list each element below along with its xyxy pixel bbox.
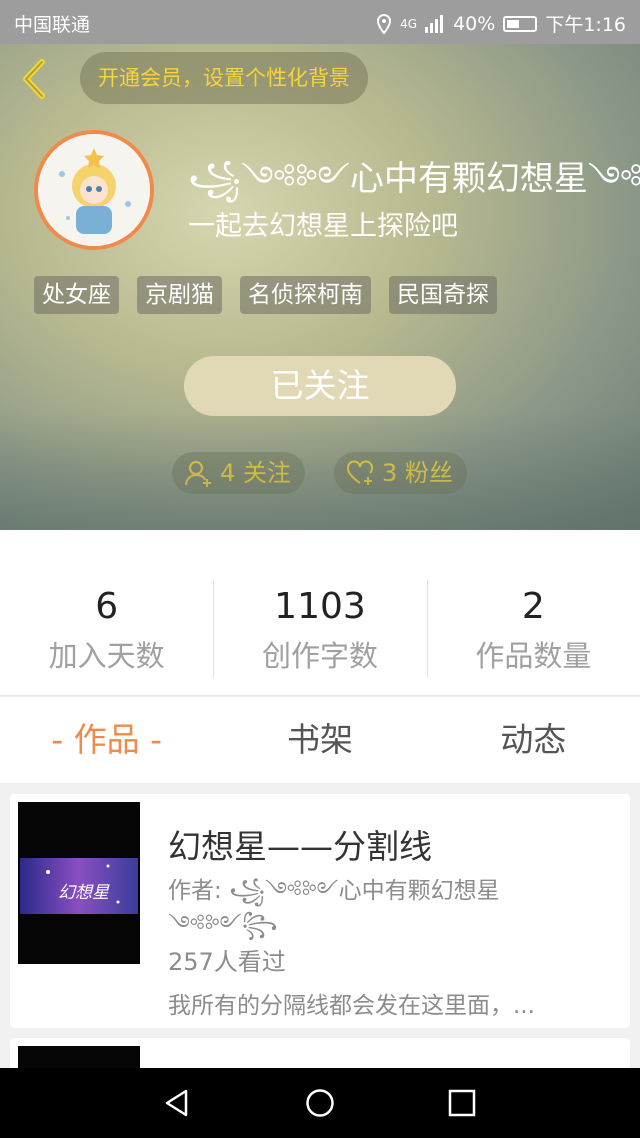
carrier-label: 中国联通: [14, 14, 91, 36]
following-count-button[interactable]: 4 关注: [172, 452, 305, 494]
tab-activity[interactable]: 动态: [427, 697, 640, 783]
heart-plus-icon: [347, 460, 373, 485]
fans-count: 3 粉丝: [382, 459, 453, 487]
tab-bar: - 作品 - 书架 动态: [0, 697, 640, 783]
work-title: 幻想星——分割线: [168, 827, 432, 866]
stat-label: 创作字数: [261, 639, 378, 673]
stat-word-count: 1103 创作字数: [213, 530, 426, 695]
work-views: 257人看过: [168, 948, 286, 976]
stat-value: 2: [521, 586, 545, 627]
signal-icon: [425, 14, 444, 33]
vip-background-button[interactable]: 开通会员，设置个性化背景: [80, 52, 368, 104]
fans-count-button[interactable]: 3 粉丝: [334, 452, 467, 494]
profile-header: 开通会员，设置个性化背景 ꧁༺༻心中有颗幻想星༺༻꧂ 一起去幻想星上探险吧 处女…: [0, 44, 640, 530]
work-card[interactable]: 幻想星 幻想星——分割线 作者: ꧁༺༻心中有颗幻想星༺༻꧂ 257人看过 我所…: [10, 794, 630, 1028]
nav-recents-icon[interactable]: [447, 1088, 477, 1118]
stat-works-count: 2 作品数量: [426, 530, 640, 695]
avatar-image: [38, 134, 150, 246]
tag-item[interactable]: 处女座: [34, 276, 119, 314]
tag-item[interactable]: 京剧猫: [137, 276, 222, 314]
status-bar: 中国联通 4G 40% 下午1:16: [0, 0, 640, 44]
user-plus-icon: [185, 461, 211, 487]
nav-home-icon[interactable]: [305, 1088, 335, 1118]
stat-join-days: 6 加入天数: [0, 530, 213, 695]
follow-button[interactable]: 已关注: [184, 356, 456, 416]
work-cover: 幻想星: [18, 802, 140, 964]
nav-back-icon[interactable]: [162, 1088, 192, 1118]
status-right: 4G 40% 下午1:16: [376, 10, 626, 37]
following-count: 4 关注: [220, 459, 291, 487]
back-button[interactable]: [14, 54, 54, 104]
cover-title: 幻想星: [58, 883, 109, 903]
tag-list: 处女座 京剧猫 名侦探柯南 民国奇探: [34, 276, 497, 314]
stat-label: 加入天数: [48, 639, 165, 673]
location-icon: [377, 13, 392, 34]
work-description: 我所有的分隔线都会发在这里面，...: [168, 993, 535, 1019]
stat-value: 6: [95, 586, 119, 627]
stats-bar: 6 加入天数 1103 创作字数 2 作品数量: [0, 530, 640, 696]
tab-bookshelf[interactable]: 书架: [213, 697, 426, 783]
tag-item[interactable]: 民国奇探: [389, 276, 497, 314]
chevron-left-icon: [23, 59, 45, 99]
tab-works[interactable]: - 作品 -: [0, 697, 213, 783]
tag-item[interactable]: 名侦探柯南: [240, 276, 371, 314]
stat-value: 1103: [274, 586, 366, 627]
stat-label: 作品数量: [475, 639, 592, 673]
battery-icon: [503, 15, 538, 32]
clock: 下午1:16: [545, 14, 626, 36]
author-prefix: 作者:: [168, 878, 222, 904]
system-nav-bar: [0, 1068, 640, 1138]
work-author: 作者: ꧁༺༻心中有颗幻想星༺༻꧂: [168, 874, 568, 942]
avatar[interactable]: [34, 130, 154, 250]
signature: 一起去幻想星上探险吧: [188, 211, 458, 242]
battery-percent: 40%: [453, 12, 496, 35]
network-label: 4G: [400, 16, 418, 31]
